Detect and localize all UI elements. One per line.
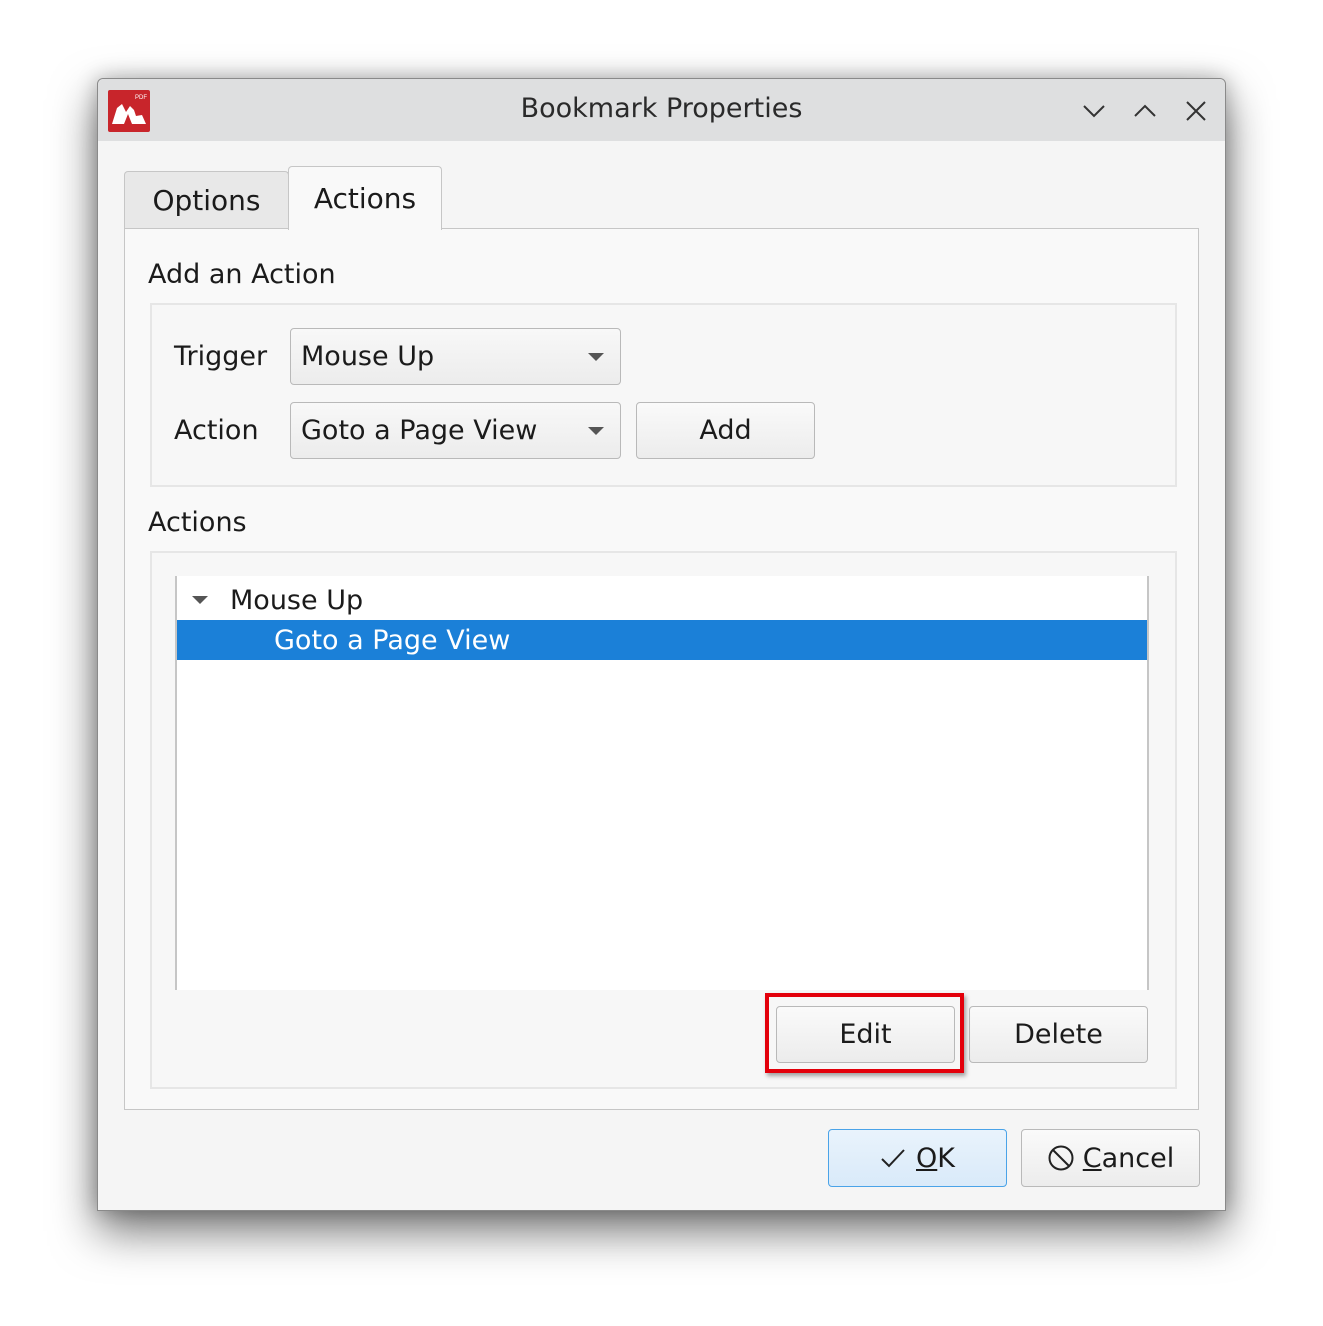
trigger-label: Trigger xyxy=(174,341,268,372)
minimize-button[interactable] xyxy=(1078,95,1110,127)
delete-button[interactable]: Delete xyxy=(969,1006,1148,1063)
tree-item-label: Mouse Up xyxy=(230,584,364,616)
chevron-down-icon xyxy=(588,427,604,435)
tree-item-label: Goto a Page View xyxy=(274,624,511,656)
maximize-button[interactable] xyxy=(1129,95,1161,127)
actions-tab-panel: Add an Action Trigger Mouse Up Action Go… xyxy=(124,228,1199,1110)
cancel-label-rest: ancel xyxy=(1101,1142,1175,1174)
maximize-icon xyxy=(1134,104,1156,117)
close-button[interactable] xyxy=(1180,95,1212,127)
add-action-group: Trigger Mouse Up Action Goto a Page View… xyxy=(150,303,1177,487)
ok-label-rest: K xyxy=(937,1142,955,1174)
tab-actions-label: Actions xyxy=(313,182,417,215)
add-button-label: Add xyxy=(699,415,752,446)
bookmark-properties-dialog: PDF Bookmark Properties Options Actions … xyxy=(97,78,1226,1211)
tab-options[interactable]: Options xyxy=(124,171,289,229)
ok-mnemonic: O xyxy=(916,1142,938,1174)
tab-actions[interactable]: Actions xyxy=(288,166,442,230)
trigger-select[interactable]: Mouse Up xyxy=(290,328,621,385)
minimize-icon xyxy=(1083,105,1105,118)
actions-tree[interactable]: Mouse Up Goto a Page View xyxy=(175,576,1149,990)
tree-item-mouse-up[interactable]: Mouse Up xyxy=(177,580,1147,620)
tree-item-goto-page-view[interactable]: Goto a Page View xyxy=(177,620,1147,660)
ok-button[interactable]: OK xyxy=(828,1129,1007,1187)
close-icon xyxy=(1186,101,1206,121)
cancel-mnemonic: C xyxy=(1082,1142,1102,1174)
cancel-icon xyxy=(1048,1145,1074,1171)
action-select[interactable]: Goto a Page View xyxy=(290,402,621,459)
chevron-down-icon xyxy=(588,353,604,361)
add-button[interactable]: Add xyxy=(636,402,815,459)
checkmark-icon xyxy=(881,1149,905,1168)
tab-options-label: Options xyxy=(152,184,261,217)
action-select-value: Goto a Page View xyxy=(301,415,538,446)
trigger-select-value: Mouse Up xyxy=(301,341,435,372)
window-title: Bookmark Properties xyxy=(520,93,803,124)
add-action-heading: Add an Action xyxy=(148,259,336,290)
expand-arrow-icon[interactable] xyxy=(192,596,208,604)
actions-group: Mouse Up Goto a Page View Edit Delete xyxy=(150,551,1177,1089)
cancel-button[interactable]: Cancel xyxy=(1021,1129,1200,1187)
edit-button-highlight-annotation xyxy=(765,993,964,1073)
title-bar[interactable]: PDF Bookmark Properties xyxy=(98,79,1225,141)
delete-button-label: Delete xyxy=(1014,1019,1103,1050)
action-label: Action xyxy=(174,415,259,446)
actions-heading: Actions xyxy=(148,507,247,538)
